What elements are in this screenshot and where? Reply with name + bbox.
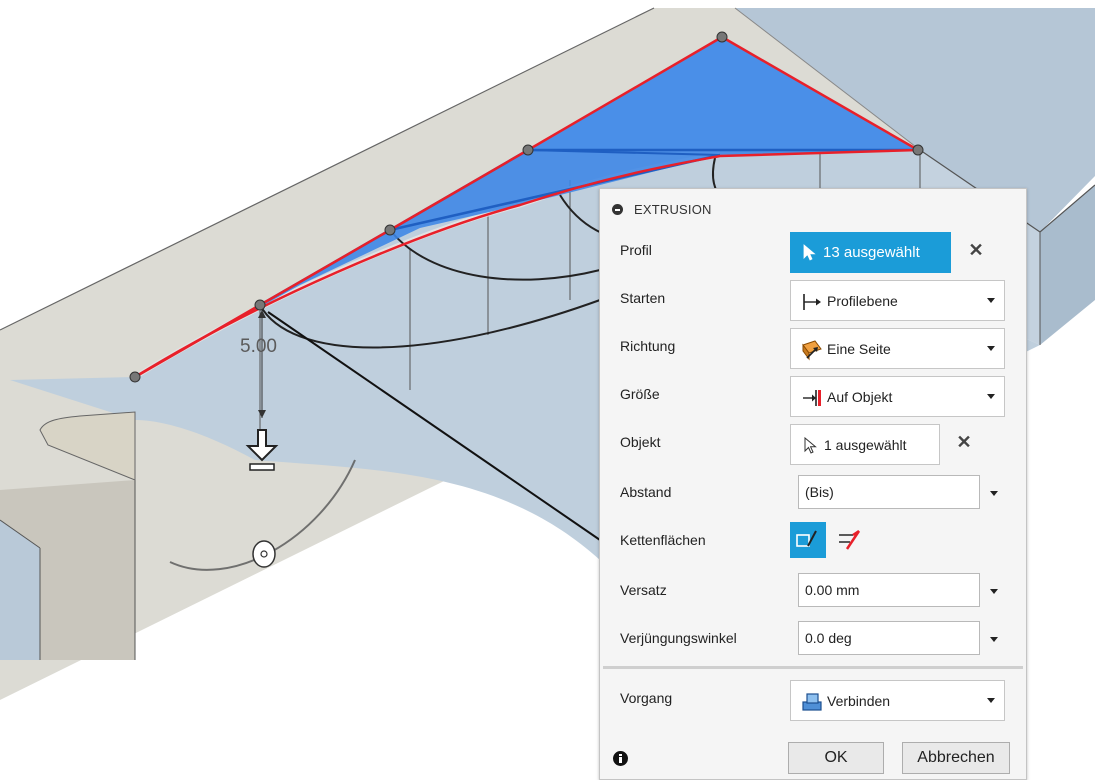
select-arrow-icon <box>804 437 817 454</box>
chain-faces-on-button[interactable] <box>790 522 826 558</box>
starten-label: Starten <box>620 290 666 306</box>
chevron-down-icon <box>987 698 995 703</box>
collapse-icon[interactable] <box>612 204 623 215</box>
object-select-value: 1 ausgewählt <box>824 437 907 453</box>
distance-value: (Bis) <box>805 484 834 500</box>
vorgang-label: Vorgang <box>620 690 673 706</box>
clear-profile-button[interactable]: ✕ <box>964 238 988 262</box>
groesse-label: Größe <box>620 386 660 402</box>
chevron-down-icon <box>987 394 995 399</box>
cancel-button[interactable]: Abbrechen <box>902 742 1010 774</box>
row-versatz: Versatz 0.00 mm <box>600 569 1026 615</box>
row-vorgang: Vorgang Verbinden <box>600 677 1026 723</box>
direction-icon <box>802 340 822 361</box>
select-arrow-icon <box>803 244 816 261</box>
dialog-title: EXTRUSION <box>634 202 712 217</box>
operation-dropdown[interactable]: Verbinden <box>790 680 1005 721</box>
row-verjuengungswinkel: Verjüngungswinkel 0.0 deg <box>600 617 1026 663</box>
direction-dropdown[interactable]: Eine Seite <box>790 328 1005 369</box>
offset-chevron-down-icon[interactable] <box>990 589 998 594</box>
extent-dropdown[interactable]: Auf Objekt <box>790 376 1005 417</box>
dimension-label[interactable]: 5.00 <box>240 336 277 358</box>
operation-value: Verbinden <box>827 693 891 709</box>
row-starten: Starten Profilebene <box>600 277 1026 323</box>
row-profil: Profil 13 ausgewählt ✕ <box>600 229 1026 275</box>
clear-object-button[interactable]: ✕ <box>952 430 976 454</box>
profile-select-value: 13 ausgewählt <box>823 244 920 261</box>
extrusion-dialog: EXTRUSION Profil 13 ausgewählt ✕ Starten… <box>599 188 1027 780</box>
offset-field[interactable]: 0.00 mm <box>798 573 980 607</box>
taper-chevron-down-icon[interactable] <box>990 637 998 642</box>
abstand-label: Abstand <box>620 484 672 500</box>
distance-chevron-down-icon[interactable] <box>990 491 998 496</box>
extent-value: Auf Objekt <box>827 389 893 405</box>
chain-faces-off-button[interactable] <box>833 522 869 558</box>
offset-value: 0.00 mm <box>805 582 860 598</box>
taper-angle-value: 0.0 deg <box>805 630 852 646</box>
taper-angle-field[interactable]: 0.0 deg <box>798 621 980 655</box>
start-plane-icon <box>803 294 821 310</box>
extent-icon <box>803 390 821 406</box>
rotate-handle-icon[interactable] <box>252 540 276 568</box>
row-kettenflaechen: Kettenflächen <box>600 519 1026 565</box>
direction-value: Eine Seite <box>827 341 891 357</box>
row-abstand: Abstand (Bis) <box>600 471 1026 517</box>
chain-faces-off-icon <box>839 529 861 550</box>
taper-label: Verjüngungswinkel <box>620 630 737 646</box>
row-richtung: Richtung Eine Seite <box>600 325 1026 371</box>
richtung-label: Richtung <box>620 338 676 354</box>
versatz-label: Versatz <box>620 582 667 598</box>
start-dropdown[interactable]: Profilebene <box>790 280 1005 321</box>
start-value: Profilebene <box>827 293 898 309</box>
chevron-down-icon <box>987 346 995 351</box>
divider <box>603 666 1023 669</box>
row-objekt: Objekt 1 ausgewählt ✕ <box>600 421 1026 467</box>
objekt-label: Objekt <box>620 434 661 450</box>
profile-select-button[interactable]: 13 ausgewählt <box>790 232 951 273</box>
ok-button[interactable]: OK <box>788 742 884 774</box>
info-icon[interactable] <box>613 751 628 766</box>
profil-label: Profil <box>620 242 652 258</box>
chain-faces-icon <box>796 530 817 547</box>
join-icon <box>802 693 822 711</box>
kettenflaechen-label: Kettenflächen <box>620 532 706 548</box>
distance-field[interactable]: (Bis) <box>798 475 980 509</box>
dialog-header: EXTRUSION <box>600 189 1026 229</box>
row-groesse: Größe Auf Objekt <box>600 373 1026 419</box>
chevron-down-icon <box>987 298 995 303</box>
object-select-button[interactable]: 1 ausgewählt <box>790 424 940 465</box>
